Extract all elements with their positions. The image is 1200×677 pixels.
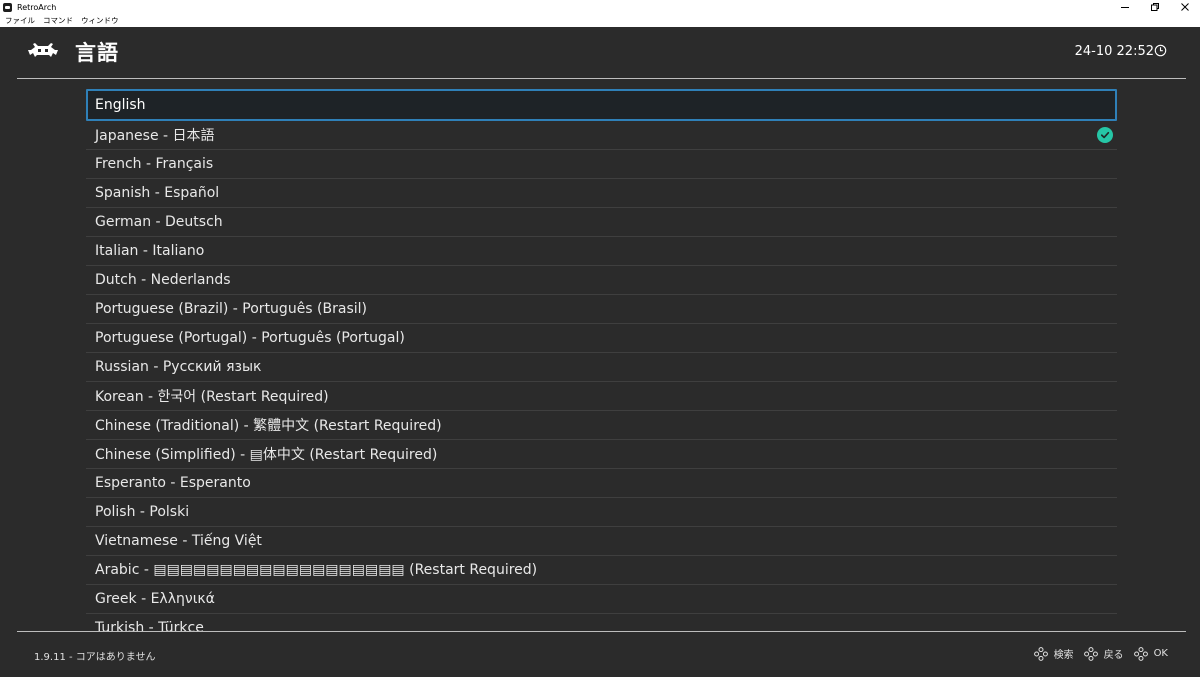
ok-action-label: OK (1153, 648, 1168, 659)
menu-command[interactable]: コマンド (39, 15, 77, 26)
footer-divider (17, 631, 1186, 632)
clock: 24-10 22:52 (1074, 44, 1154, 59)
page-title: 言語 (75, 41, 119, 65)
ok-action[interactable]: OK (1133, 646, 1168, 661)
list-item[interactable]: Chinese (Simplified) - ▤体中文 (Restart Req… (86, 440, 1117, 469)
list-item[interactable]: Chinese (Traditional) - 繁體中文 (Restart Re… (86, 411, 1117, 440)
retroarch-app-icon (3, 2, 12, 12)
list-item-label: Italian - Italiano (95, 243, 205, 259)
clock-icon (1154, 44, 1167, 57)
list-item[interactable]: Polish - Polski (86, 498, 1117, 527)
checkmark-icon (1097, 127, 1113, 143)
list-item-label: Russian - Русский язык (95, 359, 262, 375)
list-item[interactable]: Portuguese (Brazil) - Português (Brasil) (86, 295, 1117, 324)
search-action-label: 検索 (1053, 650, 1074, 661)
gamepad-button-icon (1083, 646, 1098, 661)
restore-button[interactable] (1140, 0, 1170, 14)
list-item-label: Polish - Polski (95, 504, 190, 520)
list-item-label: Chinese (Simplified) - ▤体中文 (Restart Req… (95, 447, 438, 463)
menu-window[interactable]: ウィンドウ (77, 15, 123, 26)
list-item[interactable]: Vietnamese - Tiếng Việt (86, 527, 1117, 556)
list-item-label: Korean - 한국어 (Restart Required) (95, 389, 329, 405)
close-icon (1181, 3, 1189, 11)
list-item[interactable]: Spanish - Español (86, 179, 1117, 208)
back-action[interactable]: 戻る (1083, 646, 1124, 661)
list-item[interactable]: German - Deutsch (86, 208, 1117, 237)
window-title: RetroArch (17, 2, 57, 12)
list-item[interactable]: Turkish - Türkçe (86, 614, 1117, 631)
menu-file[interactable]: ファイル (1, 15, 39, 26)
list-item[interactable]: Italian - Italiano (86, 237, 1117, 266)
restore-icon (1151, 3, 1159, 11)
footer-actions: 検索 戻る OK (1024, 646, 1168, 661)
list-item[interactable]: Russian - Русский язык (86, 353, 1117, 382)
back-action-label: 戻る (1103, 650, 1124, 661)
list-item-label: English (95, 97, 146, 113)
minimize-button[interactable] (1110, 0, 1140, 14)
list-item-label: Esperanto - Esperanto (95, 475, 251, 491)
list-item-label: Japanese - 日本語 (95, 128, 215, 144)
list-item[interactable]: French - Français (86, 150, 1117, 179)
list-item-label: Chinese (Traditional) - 繁體中文 (Restart Re… (95, 418, 442, 434)
header-divider (17, 78, 1186, 79)
list-item[interactable]: Japanese - 日本語 (86, 121, 1117, 150)
list-item-label: French - Français (95, 156, 214, 172)
list-item[interactable]: Greek - Ελληνικά (86, 585, 1117, 614)
close-button[interactable] (1170, 0, 1200, 14)
list-item[interactable]: English (86, 89, 1117, 121)
search-action[interactable]: 検索 (1033, 646, 1074, 661)
list-item-label: Portuguese (Portugal) - Português (Portu… (95, 330, 405, 346)
list-item[interactable]: Korean - 한국어 (Restart Required) (86, 382, 1117, 411)
list-item-label: German - Deutsch (95, 214, 223, 230)
list-item-label: Turkish - Türkçe (95, 620, 204, 631)
list-item-label: Spanish - Español (95, 185, 220, 201)
list-item-label: Vietnamese - Tiếng Việt (95, 533, 262, 549)
gamepad-button-icon (1133, 646, 1148, 661)
ra-header: 言語 24-10 22:52 (0, 27, 1200, 79)
retroarch-logo-icon (28, 43, 58, 57)
list-item[interactable]: Portuguese (Portugal) - Português (Portu… (86, 324, 1117, 353)
list-item[interactable]: Esperanto - Esperanto (86, 469, 1117, 498)
list-item-label: Portuguese (Brazil) - Português (Brasil) (95, 301, 367, 317)
list-item-label: Greek - Ελληνικά (95, 591, 215, 607)
window-controls (1110, 0, 1200, 14)
language-list: English Japanese - 日本語 French - Français… (86, 89, 1117, 631)
menu-bar: ファイル コマンド ウィンドウ (0, 14, 1200, 27)
list-item-label: Dutch - Nederlands (95, 272, 231, 288)
gamepad-button-icon (1033, 646, 1048, 661)
list-item[interactable]: Dutch - Nederlands (86, 266, 1117, 295)
window-titlebar: RetroArch (0, 0, 1200, 14)
version-core-info: 1.9.11 - コアはありません (34, 652, 156, 663)
minimize-icon (1121, 7, 1129, 8)
list-item-label: Arabic - ▤▤▤▤▤▤▤▤▤▤▤▤▤▤▤▤▤▤▤ (Restart Re… (95, 562, 538, 578)
list-item[interactable]: Arabic - ▤▤▤▤▤▤▤▤▤▤▤▤▤▤▤▤▤▤▤ (Restart Re… (86, 556, 1117, 585)
